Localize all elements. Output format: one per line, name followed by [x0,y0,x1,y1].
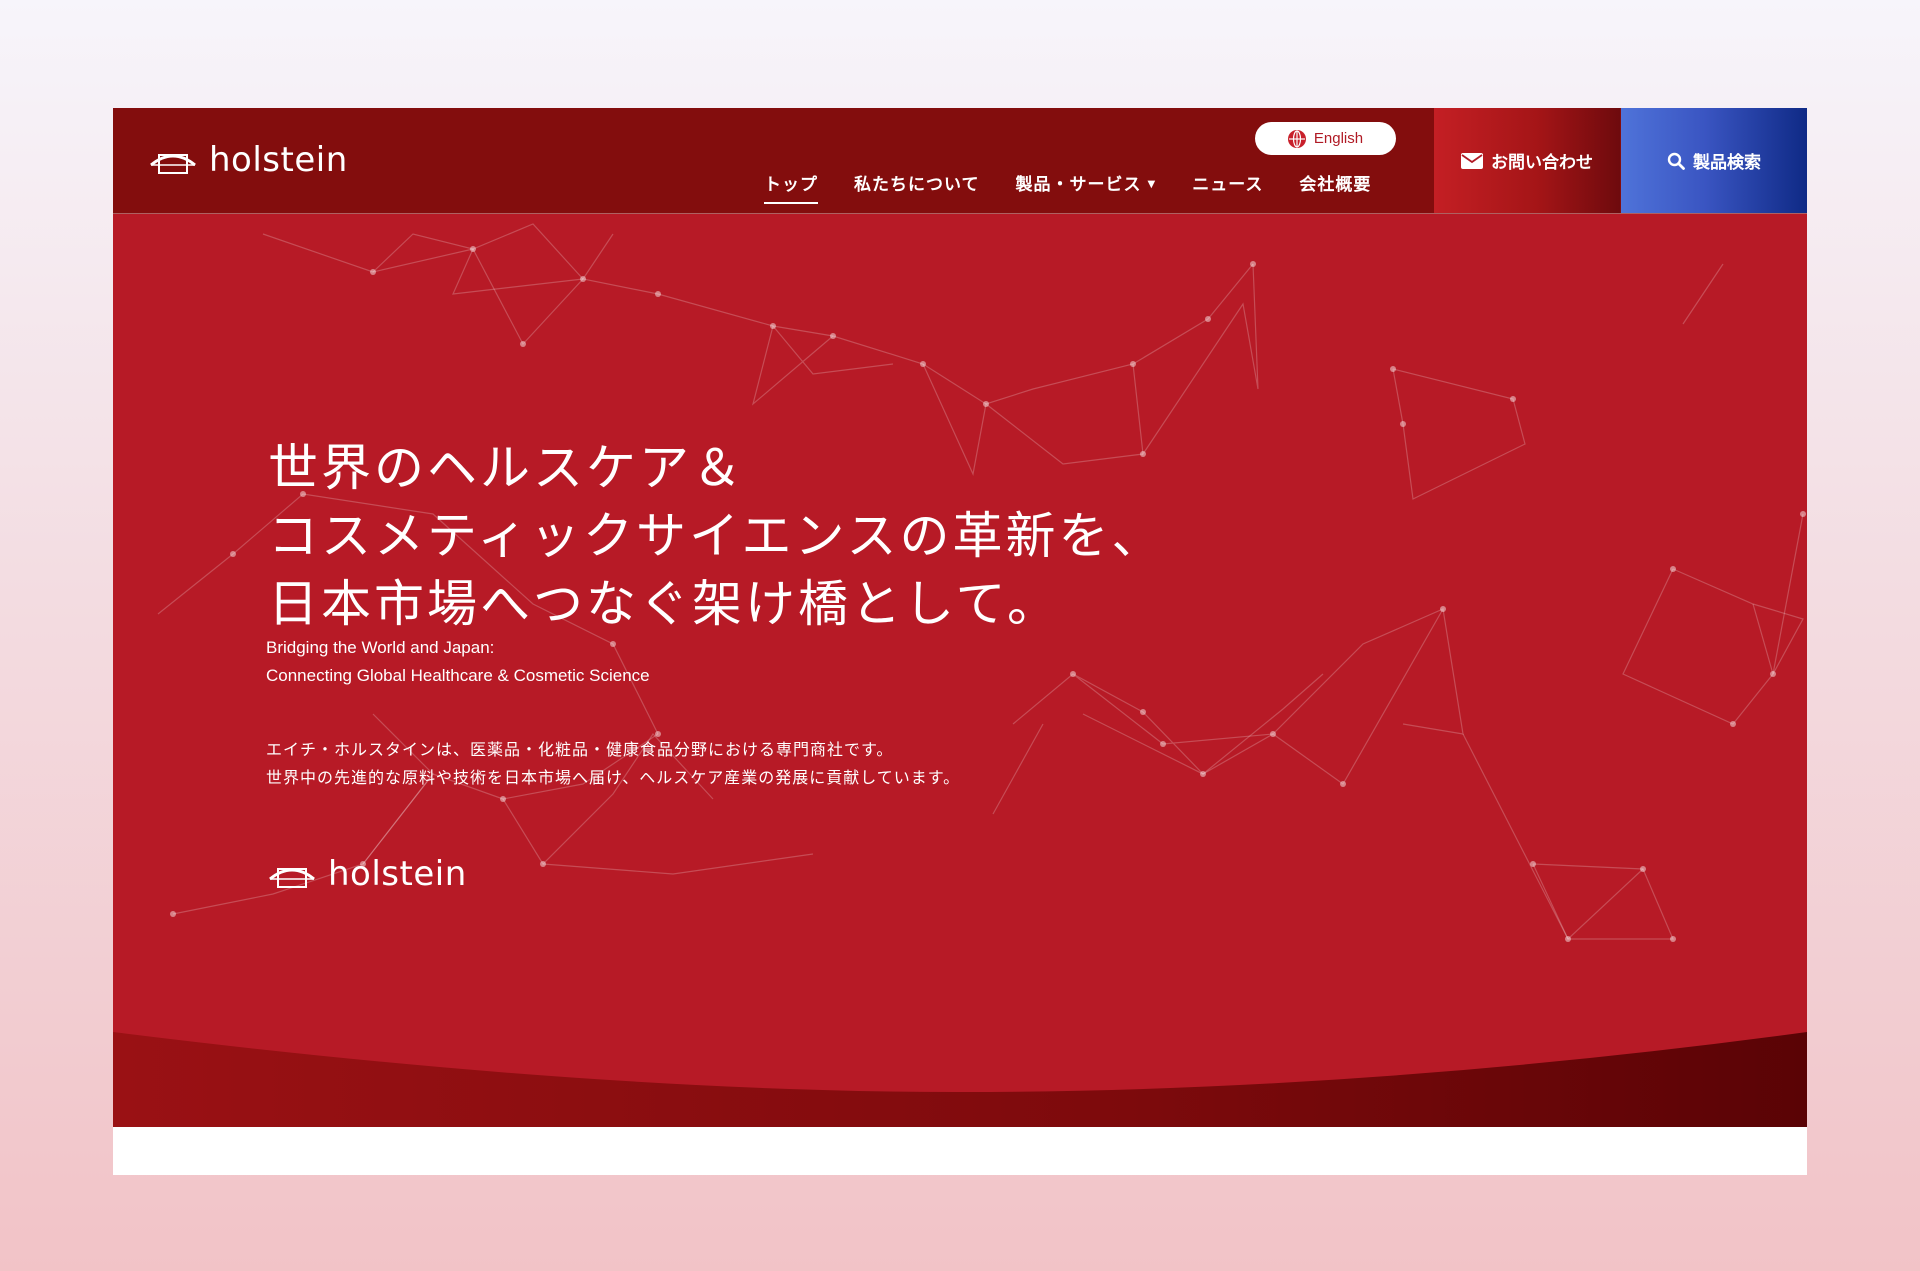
product-search-label: 製品検索 [1693,153,1761,173]
nav-item-news[interactable]: ニュース [1174,172,1281,206]
holstein-logo-icon [269,868,315,888]
language-toggle-button[interactable]: English [1255,122,1396,155]
holstein-logo-icon [150,154,196,174]
contact-button[interactable]: お問い合わせ [1434,108,1620,213]
nav-item-products-services[interactable]: 製品・サービス ▼ [998,172,1175,206]
logo-wordmark: holstein [209,140,348,180]
caret-down-icon: ▼ [1147,179,1157,190]
envelope-icon [1461,152,1483,169]
hero-english-subtitle: Bridging the World and Japan: Connecting… [266,638,650,685]
hero-headline: 世界のヘルスケア＆ コスメティックサイエンスの革新を、 日本市場へつなぐ架け橋と… [268,439,1165,633]
hero-bottom-wave [113,1032,1807,1127]
globe-icon [1287,129,1306,148]
product-search-button[interactable]: 製品検索 [1621,108,1807,213]
hero-logo: holstein [266,854,467,894]
nav-item-company[interactable]: 会社概要 [1281,172,1389,206]
site-header: holstein English トップ 私たちについて 製品・サービス ▼ ニ… [113,108,1807,214]
browser-viewport: holstein English トップ 私たちについて 製品・サービス ▼ ニ… [113,108,1807,1175]
hero-logo-wordmark: holstein [328,854,467,894]
nav-item-about[interactable]: 私たちについて [836,172,998,206]
nav-item-top[interactable]: トップ [746,172,836,206]
language-toggle-label: English [1313,130,1364,147]
header-logo[interactable]: holstein [147,138,348,182]
main-nav: トップ 私たちについて 製品・サービス ▼ ニュース 会社概要 [746,172,1389,206]
search-icon [1667,152,1685,170]
hero-section: 世界のヘルスケア＆ コスメティックサイエンスの革新を、 日本市場へつなぐ架け橋と… [113,214,1807,1127]
contact-button-label: お問い合わせ [1491,153,1593,173]
hero-description: エイチ・ホルスタインは、医薬品・化粧品・健康食品分野における専門商社です。 世界… [266,740,961,787]
